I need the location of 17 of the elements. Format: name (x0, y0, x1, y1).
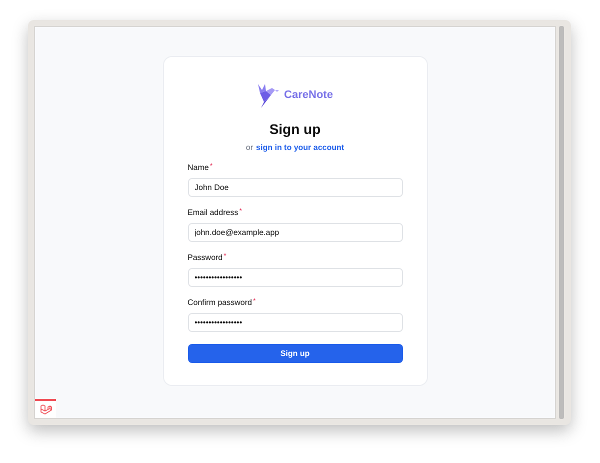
brand-name: CareNote (284, 89, 333, 101)
debug-toolbar-button[interactable] (35, 399, 56, 418)
input-field[interactable]: john.doe@example.app (188, 223, 402, 242)
input-field[interactable]: ••••••••••••••••• (188, 313, 402, 332)
input-field[interactable]: ••••••••••••••••• (188, 268, 402, 287)
cube-icon (40, 404, 52, 415)
field-label: Name (188, 163, 209, 173)
field-label: Email address (188, 208, 238, 218)
subtitle-text: or (246, 143, 254, 152)
bird-logo-icon (257, 82, 282, 108)
scrollbar[interactable] (559, 26, 564, 419)
signup-button[interactable]: Sign up (188, 344, 402, 363)
input-field[interactable]: John Doe (188, 178, 402, 197)
field-label: Password (188, 253, 223, 263)
field-label: Confirm password (188, 298, 252, 308)
page-title: Sign up (268, 121, 322, 137)
signin-link[interactable]: sign in to your account (256, 143, 344, 152)
